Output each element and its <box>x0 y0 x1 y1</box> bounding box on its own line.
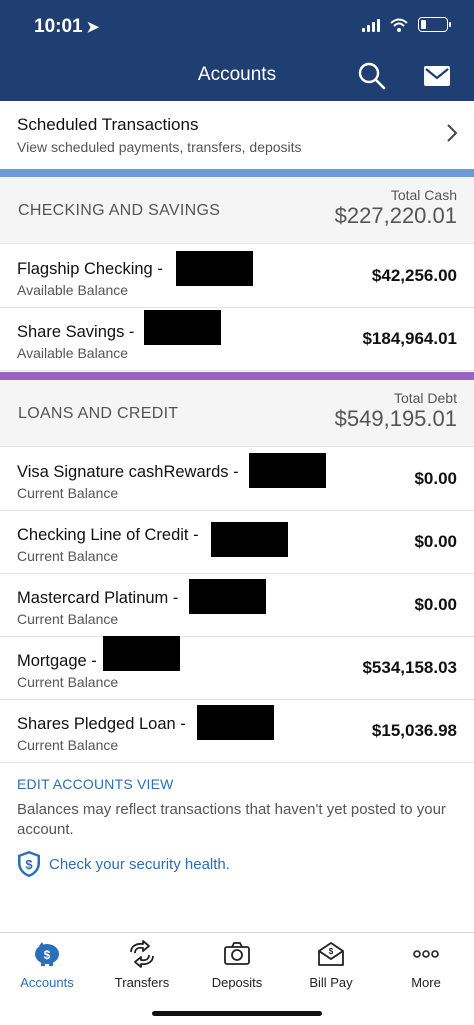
section-title: CHECKING AND SAVINGS <box>18 202 221 219</box>
home-indicator <box>152 1011 322 1016</box>
account-balance-label: Current Balance <box>17 674 119 690</box>
redaction-box <box>189 579 266 614</box>
svg-text:$: $ <box>329 947 334 956</box>
chevron-right-icon <box>447 124 458 142</box>
tab-bill-pay[interactable]: $ Bill Pay <box>291 939 371 990</box>
total-debt-value: $549,195.01 <box>334 406 457 431</box>
account-amount: $15,036.98 <box>371 721 457 740</box>
loans-section-header: LOANS AND CREDIT Total Debt $549,195.01 <box>0 380 474 447</box>
tab-label: Transfers <box>114 975 170 990</box>
tab-more[interactable]: More <box>386 939 466 990</box>
account-amount: $0.00 <box>414 469 457 488</box>
account-balance-label: Current Balance <box>17 737 119 753</box>
status-time-text: 10:01 <box>34 16 83 37</box>
tab-accounts[interactable]: $ Accounts <box>7 939 87 990</box>
section-title: LOANS AND CREDIT <box>18 405 179 422</box>
scheduled-transactions-row[interactable]: Scheduled Transactions View scheduled pa… <box>0 101 474 169</box>
envelope-icon: $ <box>318 942 344 966</box>
account-name: Share Savings - <box>17 323 135 341</box>
status-time: 10:01 ➤ <box>34 16 99 38</box>
tab-label: Accounts <box>20 975 74 990</box>
tab-label: Deposits <box>211 975 263 990</box>
camera-icon <box>224 942 250 965</box>
mail-icon[interactable] <box>424 66 450 86</box>
transfer-arrows-icon <box>130 940 154 968</box>
account-amount: $42,256.00 <box>371 266 457 285</box>
battery-icon <box>418 17 451 32</box>
app-header: 10:01 ➤ Accounts <box>0 0 474 101</box>
total-cash-label: Total Cash <box>390 187 457 203</box>
total-cash-value: $227,220.01 <box>334 203 457 228</box>
piggy-bank-icon: $ <box>35 942 59 966</box>
security-health-link[interactable]: $ Check your security health. <box>17 850 230 878</box>
account-amount: $0.00 <box>414 595 457 614</box>
redaction-box <box>197 705 274 740</box>
scheduled-subtitle: View scheduled payments, transfers, depo… <box>17 139 302 155</box>
edit-accounts-view-link[interactable]: EDIT ACCOUNTS VIEW <box>17 776 174 792</box>
page-title: Accounts <box>197 64 277 85</box>
tab-deposits[interactable]: Deposits <box>197 939 277 990</box>
redaction-box <box>249 453 326 488</box>
redaction-box <box>144 310 221 345</box>
account-row-visa-signature[interactable]: Visa Signature cashRewards - Current Bal… <box>0 448 474 511</box>
account-balance-label: Available Balance <box>17 282 129 298</box>
total-debt-label: Total Debt <box>393 390 457 406</box>
account-row-share-savings[interactable]: Share Savings - Available Balance $184,9… <box>0 308 474 371</box>
scheduled-title: Scheduled Transactions <box>17 115 199 134</box>
wifi-icon <box>390 18 408 32</box>
account-balance-label: Current Balance <box>17 485 119 501</box>
checking-divider <box>0 169 474 177</box>
account-amount: $0.00 <box>414 532 457 551</box>
account-name: Shares Pledged Loan - <box>17 715 186 733</box>
signal-icon <box>362 18 380 32</box>
shield-dollar-icon: $ <box>18 851 40 877</box>
redaction-box <box>211 522 288 557</box>
redaction-box <box>176 251 253 286</box>
redaction-box <box>103 636 180 671</box>
tab-label: Bill Pay <box>309 975 353 990</box>
account-balance-label: Current Balance <box>17 611 119 627</box>
svg-text:$: $ <box>44 948 51 962</box>
svg-text:$: $ <box>25 857 33 872</box>
account-name: Visa Signature cashRewards - <box>17 463 239 481</box>
tab-transfers[interactable]: Transfers <box>102 939 182 990</box>
account-amount: $534,158.03 <box>362 658 457 677</box>
account-name: Mortgage - <box>17 652 97 670</box>
account-row-mortgage[interactable]: Mortgage - Current Balance $534,158.03 <box>0 637 474 700</box>
loans-divider <box>0 372 474 380</box>
tab-label: More <box>411 975 441 990</box>
account-name: Checking Line of Credit - <box>17 526 199 544</box>
checking-section-header: CHECKING AND SAVINGS Total Cash $227,220… <box>0 177 474 244</box>
more-dots-icon <box>413 950 439 958</box>
location-arrow-icon: ➤ <box>86 19 100 36</box>
status-indicators <box>362 17 451 32</box>
account-name: Mastercard Platinum - <box>17 589 179 607</box>
account-balance-label: Current Balance <box>17 548 119 564</box>
security-health-text: Check your security health. <box>49 855 230 873</box>
account-balance-label: Available Balance <box>17 345 129 361</box>
balances-note: Balances may reflect transactions that h… <box>17 801 446 838</box>
account-name: Flagship Checking - <box>17 260 163 278</box>
search-icon[interactable] <box>358 62 386 90</box>
account-amount: $184,964.01 <box>362 329 457 348</box>
